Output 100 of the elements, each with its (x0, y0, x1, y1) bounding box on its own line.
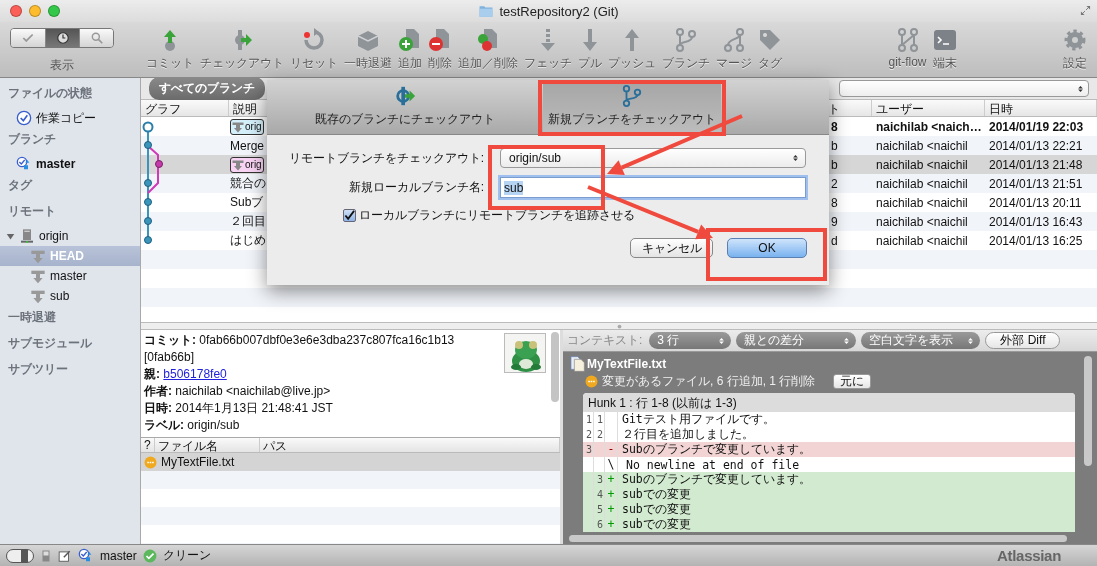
section-header: タグ (7, 177, 34, 194)
detail-text: コミット: 0fab66b007dbf0e3e6e3dba237c807fca16c1b13 [0fab66b] (144, 332, 456, 366)
branch-check-icon (16, 156, 32, 172)
close-button[interactable] (10, 5, 22, 17)
dot-icon (616, 323, 622, 329)
tab[interactable]: 既存のブランチにチェックアウト (267, 80, 543, 134)
toolbar-button[interactable]: フェッチ (522, 28, 574, 72)
diff-sign: + (607, 487, 615, 501)
code-line: subでの変更 (621, 502, 691, 517)
edit-icon[interactable] (58, 548, 72, 563)
stepper-arrows-icon (843, 335, 851, 346)
cell-text: 競合の (230, 175, 266, 192)
sidebar-item[interactable]: origin (0, 226, 140, 246)
toolbar-button[interactable]: 追加／削除 (456, 28, 520, 72)
segment-button[interactable] (45, 29, 79, 47)
expanded-triangle-icon[interactable] (6, 231, 15, 241)
column-header[interactable]: ファイル名 (155, 438, 260, 452)
branch-filter-button[interactable]: すべてのブランチ (149, 77, 265, 100)
field-label: 親: (144, 367, 160, 381)
box-icon (356, 28, 380, 52)
cell-text: b (831, 157, 838, 172)
cell-text: Merge (230, 138, 264, 153)
detail-text: ラベル: origin/sub (144, 417, 241, 434)
toolbar-button[interactable]: マージ (714, 28, 754, 72)
branch-label: orig (230, 156, 264, 173)
dropdown[interactable]: 空白文字を表示 (861, 332, 981, 349)
cell-text: Subブ (230, 194, 264, 211)
layout-icon[interactable] (40, 548, 52, 563)
scrollbar[interactable] (569, 535, 1067, 542)
toolbar-button[interactable]: プッシュ (606, 28, 658, 72)
line-number: 3 (585, 444, 592, 455)
sidebar-item[interactable]: sub (0, 286, 140, 306)
minimize-button[interactable] (29, 5, 41, 17)
toolbar-button[interactable]: コミット (144, 28, 196, 72)
section-header: ブランチ (7, 131, 57, 148)
document-plus-minus-icon (476, 28, 500, 52)
fullscreen-icon[interactable] (1080, 5, 1091, 16)
dropdown[interactable]: origin/sub (500, 148, 806, 168)
sidebar-item[interactable]: master (0, 266, 140, 286)
splitter-handle[interactable] (141, 322, 1097, 330)
cell-text: naichilab <naichil (876, 138, 968, 153)
zoom-button[interactable] (48, 5, 60, 17)
toolbar-button[interactable]: 設定 (1061, 28, 1089, 72)
section-header: サブモジュール (7, 335, 93, 352)
branch-name: master (100, 548, 137, 563)
section-header: リモート (7, 203, 57, 220)
sidebar-item[interactable]: 作業コピー (0, 108, 140, 128)
toolbar-button[interactable]: 一時退避 (342, 28, 394, 72)
link[interactable]: b506178fe0 (163, 367, 227, 381)
toolbar-button[interactable]: チェックアウト (198, 28, 286, 72)
toolbar-button[interactable]: タグ (756, 28, 784, 72)
terminal-icon (932, 28, 957, 52)
sidebar-toggle[interactable] (6, 548, 34, 563)
computer-icon (19, 228, 35, 244)
view-switcher[interactable] (10, 28, 114, 48)
checkmark-circle-icon (142, 548, 157, 563)
toolbar-button[interactable]: 追加 (396, 28, 424, 72)
circular-arrow-icon (302, 28, 326, 52)
toolbar-button[interactable]: 削除 (426, 28, 454, 72)
hunk-header: Hunk 1 : 行 1-8 (以前は 1-3) (583, 393, 1075, 412)
column-header[interactable]: グラフ (141, 100, 229, 116)
cancel-button[interactable]: キャンセル (630, 238, 713, 258)
dropdown[interactable]: 3 行 (649, 332, 732, 349)
scrollbar[interactable] (1084, 356, 1092, 466)
scrollbar[interactable] (551, 332, 559, 402)
column-header[interactable]: パス (260, 438, 560, 452)
cell-text: ２回目 (230, 213, 266, 230)
column-header[interactable]: ユーザー (872, 100, 985, 116)
column-header[interactable]: ? (141, 438, 155, 452)
line-number: 2 (585, 429, 592, 440)
toolbar-button[interactable]: 端末 (930, 28, 959, 72)
toolbar-button[interactable]: ブランチ (660, 28, 712, 72)
diff-sign: \ (607, 457, 615, 471)
code-line: ２行目を追加しました。 (621, 427, 754, 442)
section-header: 一時退避 (7, 309, 57, 326)
checkbox[interactable] (343, 209, 356, 222)
toolbar-button[interactable]: プル (576, 28, 604, 72)
cell-text: 9 (831, 214, 838, 229)
ok-button[interactable]: OK (727, 238, 807, 258)
toolbar-button[interactable]: git-flow (886, 28, 929, 72)
external-diff-button[interactable]: 外部 Diff (985, 332, 1061, 349)
sidebar-item[interactable]: master (0, 154, 140, 174)
segment-button[interactable] (79, 29, 113, 47)
document-icon (569, 356, 585, 372)
toolbar-label: コンテキスト: (567, 332, 643, 349)
clock-icon (55, 31, 70, 45)
branch-icon (895, 28, 920, 52)
revert-button[interactable]: 元に (833, 374, 872, 389)
status-text: クリーン (162, 547, 211, 564)
file-row[interactable]: MyTextFile.txt (141, 453, 560, 471)
tag-icon (758, 28, 782, 52)
stepper-arrows-icon (718, 335, 726, 346)
input-field[interactable]: sub (500, 177, 806, 198)
toolbar-button[interactable]: リセット (288, 28, 340, 72)
field-label: リモートブランチをチェックアウト: (287, 149, 485, 167)
stepper-arrows-icon (967, 335, 975, 346)
cell-text: 8 (831, 195, 838, 210)
cell-text: d (831, 233, 838, 248)
column-header[interactable]: 日時 (985, 100, 1097, 116)
dropdown[interactable] (839, 80, 1089, 97)
